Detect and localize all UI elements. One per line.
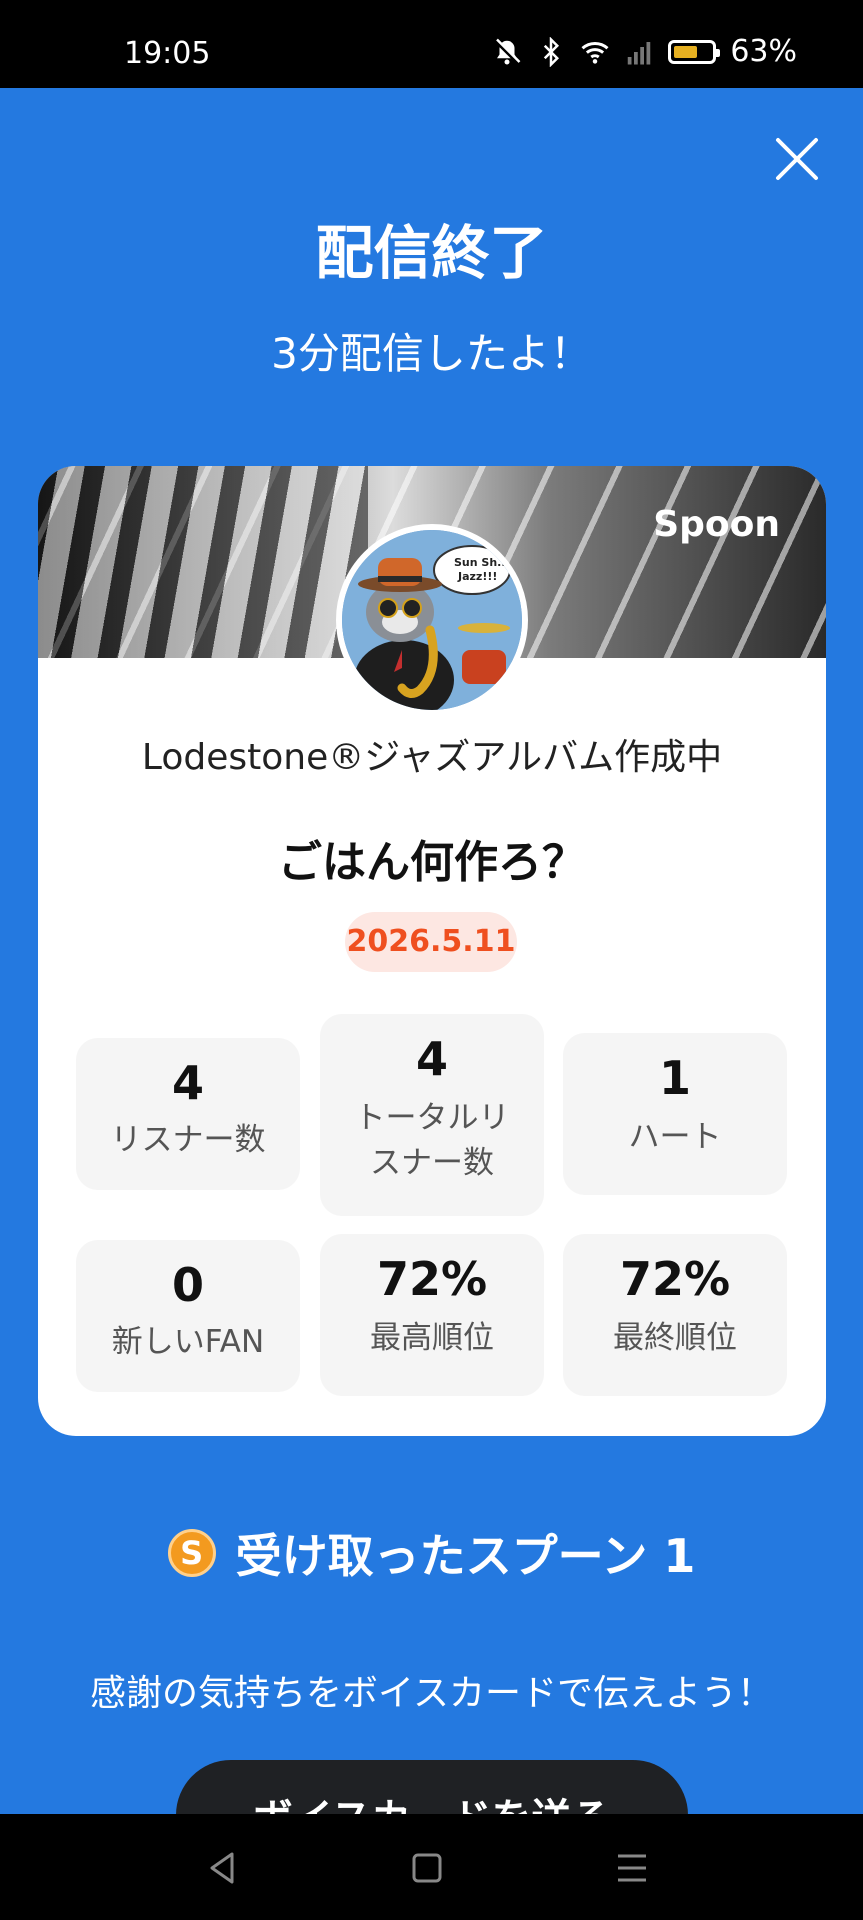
wifi-icon bbox=[581, 41, 609, 64]
svg-text:Jazz!!!: Jazz!!! bbox=[457, 570, 497, 583]
close-icon[interactable] bbox=[770, 132, 824, 186]
back-triangle-icon[interactable] bbox=[200, 1846, 244, 1890]
spoons-received: S 受け取ったスプーン 1 bbox=[0, 1520, 863, 1586]
stat-hearts: 1 ハート bbox=[563, 1033, 787, 1195]
stat-label: 最高順位 bbox=[370, 1320, 494, 1356]
stat-label: ハート bbox=[628, 1119, 722, 1155]
status-icons: 63% bbox=[492, 34, 797, 69]
stat-value: 72% bbox=[376, 1252, 488, 1306]
status-bar: 19:05 63% bbox=[0, 0, 863, 88]
battery-percent: 63% bbox=[730, 34, 797, 69]
stat-value: 1 bbox=[658, 1051, 691, 1105]
date-badge: 2026.5.11 bbox=[345, 912, 517, 972]
status-time: 19:05 bbox=[124, 36, 211, 71]
system-navigation-bar bbox=[0, 1814, 863, 1920]
brand-logo: Spoon bbox=[653, 504, 780, 545]
stat-highest-rank: 72% 最高順位 bbox=[320, 1234, 544, 1396]
spoon-coin-icon: S bbox=[167, 1529, 216, 1577]
stream-title: ごはん何作ろ？ bbox=[278, 837, 586, 888]
battery-icon bbox=[668, 39, 721, 64]
signal-icon bbox=[628, 41, 651, 64]
avatar: Sun Sh.. Jazz!!! bbox=[336, 524, 528, 716]
dj-name: Lodestone®ジャズアルバム作成中 bbox=[141, 737, 723, 778]
stat-label: トータルリスナー数 bbox=[354, 1100, 510, 1181]
stat-value: 0 bbox=[171, 1258, 204, 1312]
svg-text:Sun Sh..: Sun Sh.. bbox=[454, 556, 506, 569]
page-title: 配信終了 bbox=[315, 219, 548, 287]
stat-value: 72% bbox=[619, 1252, 731, 1306]
thanks-message: 感謝の気持ちをボイスカードで伝えよう！ bbox=[90, 1673, 773, 1714]
stat-value: 4 bbox=[171, 1056, 204, 1110]
broadcast-summary-card: Spoon Sun Sh.. Jazz!!! Lodestone®ジャズアルバム… bbox=[38, 466, 826, 1436]
stat-label: リスナー数 bbox=[110, 1122, 266, 1158]
stat-value: 4 bbox=[415, 1032, 448, 1086]
stat-total-listeners: 4 トータルリスナー数 bbox=[320, 1014, 544, 1216]
spoons-received-label: 受け取ったスプーン 1 bbox=[235, 1529, 696, 1583]
stat-label: 新しいFAN bbox=[111, 1324, 265, 1360]
stat-new-fans: 0 新しいFAN bbox=[76, 1240, 300, 1392]
stat-label: 最終順位 bbox=[613, 1320, 737, 1356]
bell-off-icon bbox=[494, 38, 521, 65]
page-subtitle: 3分配信したよ！ bbox=[271, 329, 592, 378]
home-square-icon[interactable] bbox=[405, 1846, 449, 1890]
stat-listeners: 4 リスナー数 bbox=[76, 1038, 300, 1190]
bluetooth-icon bbox=[544, 36, 560, 67]
stat-final-rank: 72% 最終順位 bbox=[563, 1234, 787, 1396]
menu-lines-icon[interactable] bbox=[610, 1846, 654, 1890]
cat-saxophone-avatar-image: Sun Sh.. Jazz!!! bbox=[342, 530, 522, 710]
